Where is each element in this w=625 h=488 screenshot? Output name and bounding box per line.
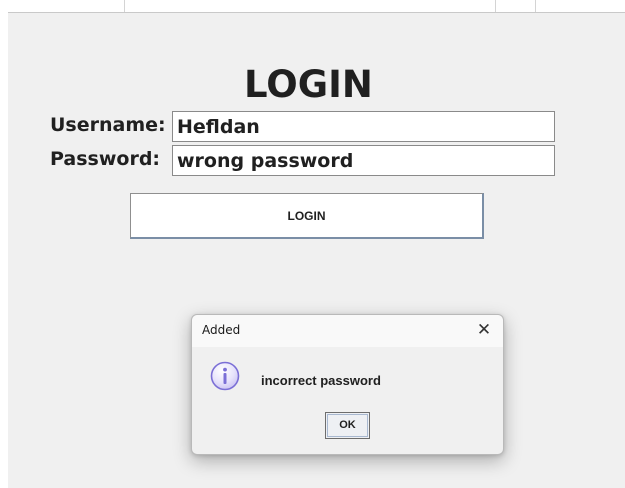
ok-button[interactable]: OK <box>325 412 370 439</box>
login-button[interactable]: LOGIN <box>130 193 484 239</box>
dialog-message: incorrect password <box>261 373 381 388</box>
title-strip-divider <box>124 0 125 12</box>
username-label: Username: <box>50 114 166 136</box>
title-strip-divider <box>535 0 536 12</box>
dialog-titlebar[interactable]: Added ✕ <box>192 315 503 347</box>
message-dialog: Added ✕ incorrect password OK <box>191 314 504 455</box>
dialog-title: Added <box>202 323 241 337</box>
close-icon[interactable]: ✕ <box>473 319 495 341</box>
window-title-strip <box>8 0 625 13</box>
password-field[interactable]: wrong password <box>172 145 555 176</box>
page-title: LOGIN <box>244 63 373 106</box>
information-icon <box>210 361 240 391</box>
username-field[interactable]: Hefldan <box>172 111 555 142</box>
title-strip-divider <box>495 0 496 12</box>
password-label: Password: <box>50 148 161 170</box>
login-window: LOGIN Username: Hefldan Password: wrong … <box>8 13 625 488</box>
screen: LOGIN Username: Hefldan Password: wrong … <box>0 0 625 488</box>
